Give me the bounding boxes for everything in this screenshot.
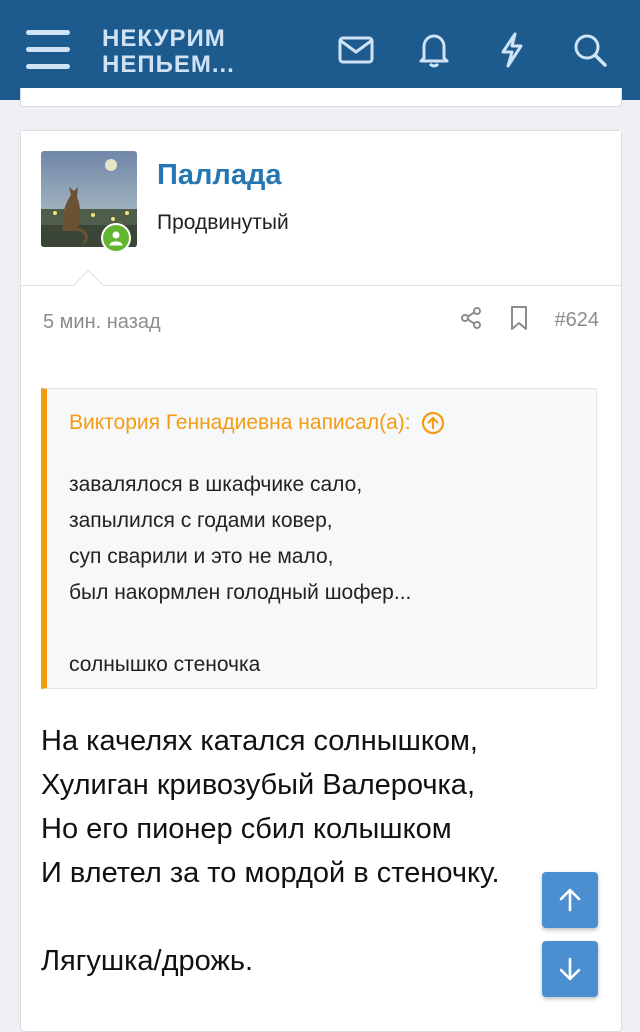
quote-header[interactable]: Виктория Геннадиевна написал(а): bbox=[69, 411, 445, 435]
quote-line: был накормлен голодный шофер... bbox=[69, 581, 412, 604]
quote-block: Виктория Геннадиевна написал(а): завалял… bbox=[41, 388, 597, 689]
share-icon[interactable] bbox=[459, 306, 483, 335]
quote-line: суп сварили и это не мало, bbox=[69, 545, 334, 568]
post-time[interactable]: 5 мин. назад bbox=[43, 311, 161, 334]
brand-line-2: НЕПЬЕМ... bbox=[102, 51, 235, 78]
scroll-to-top-button[interactable] bbox=[542, 872, 598, 928]
envelope-icon[interactable] bbox=[336, 30, 376, 70]
quote-line: солнышко стеночка bbox=[69, 653, 261, 676]
post-number[interactable]: #624 bbox=[555, 309, 600, 332]
quote-line bbox=[69, 611, 411, 647]
arrow-down-icon bbox=[559, 957, 581, 981]
post-line: Лягушка/дрожь. bbox=[41, 945, 254, 977]
post-card: Паллада Продвинутый 5 мин. назад #624 Ви… bbox=[20, 130, 622, 1032]
quote-author[interactable]: Виктория Геннадиевна написал(а): bbox=[69, 411, 411, 435]
post-line: На качелях катался солнышком, bbox=[41, 725, 478, 757]
lightning-icon[interactable] bbox=[492, 30, 532, 70]
user-rank: Продвинутый bbox=[157, 211, 289, 234]
arrow-up-icon bbox=[559, 888, 581, 912]
online-status-indicator bbox=[101, 223, 131, 253]
bell-icon[interactable] bbox=[414, 30, 454, 70]
post-text: На качелях катался солнышком, Хулиган кр… bbox=[41, 719, 500, 983]
quote-line: завалялося в шкафчике сало, bbox=[69, 473, 363, 496]
brand-line-1: НЕКУРИМ bbox=[102, 25, 226, 52]
username[interactable]: Паллада bbox=[157, 159, 281, 192]
author-block-pointer bbox=[73, 269, 104, 300]
quote-line: запылился с годами ковер, bbox=[69, 509, 333, 532]
post-line: Хулиган кривозубый Валерочка, bbox=[41, 769, 475, 801]
post-author-block: Паллада Продвинутый bbox=[21, 131, 621, 300]
search-icon[interactable] bbox=[570, 30, 610, 70]
top-navigation-bar: НЕКУРИМ НЕПЬЕМ... bbox=[0, 0, 640, 100]
arrow-up-circle-icon[interactable] bbox=[421, 411, 445, 435]
post-actions: #624 bbox=[459, 305, 600, 336]
post-line: Но его пионер сбил колышком bbox=[41, 813, 452, 845]
user-icon bbox=[103, 225, 129, 251]
menu-icon[interactable] bbox=[26, 30, 70, 70]
quote-text: завалялося в шкафчике сало, запылился с … bbox=[69, 467, 411, 683]
site-logo[interactable]: НЕКУРИМ НЕПЬЕМ... bbox=[102, 26, 235, 78]
bookmark-icon[interactable] bbox=[509, 305, 529, 336]
scroll-to-bottom-button[interactable] bbox=[542, 941, 598, 997]
post-line bbox=[41, 895, 500, 939]
post-line: И влетел за то мордой в стеночку. bbox=[41, 857, 500, 889]
previous-post-edge bbox=[20, 88, 622, 107]
